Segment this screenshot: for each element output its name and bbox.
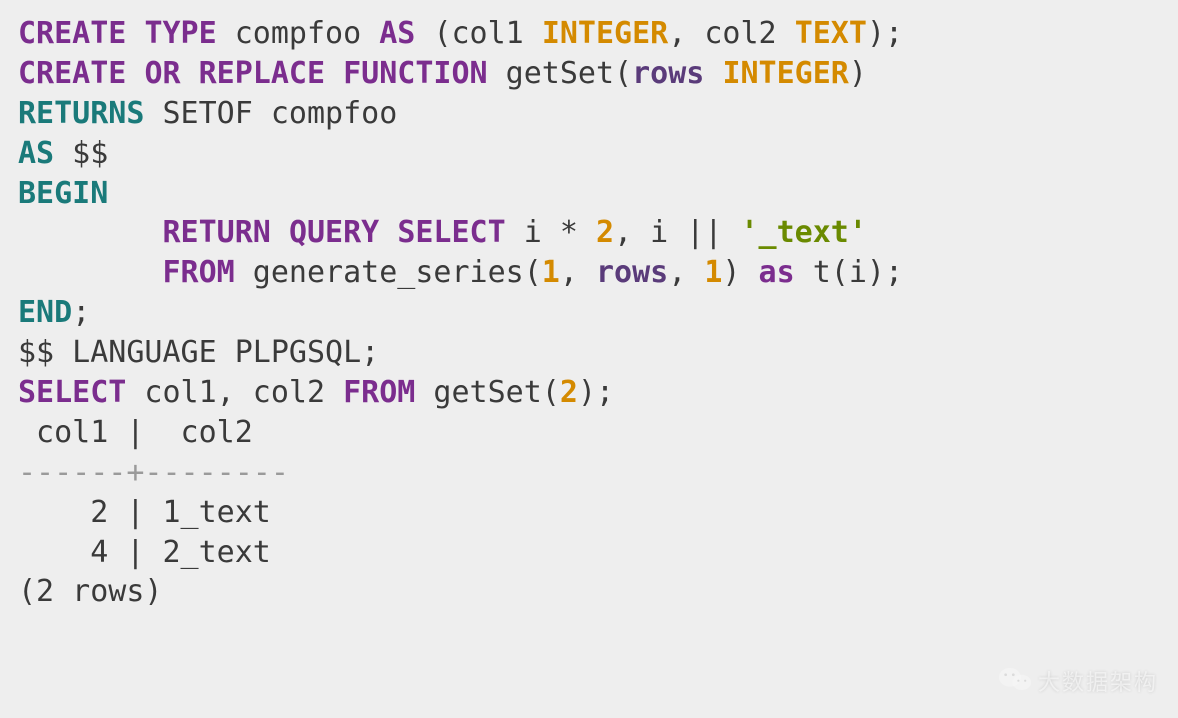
code-line: AS $$ — [18, 136, 108, 171]
keyword-or: OR — [144, 56, 180, 91]
param-rows: rows — [632, 56, 704, 91]
dollar-quote: $$ — [54, 136, 108, 171]
string-literal: '_text' — [741, 215, 867, 250]
keyword-query: QUERY — [289, 215, 379, 250]
code-line: END; — [18, 295, 90, 330]
result-row: 2 | 1_text — [18, 495, 271, 530]
code-line: $$ LANGUAGE PLPGSQL; — [18, 335, 379, 370]
result-footer: (2 rows) — [18, 574, 163, 609]
number-1: 1 — [704, 255, 722, 290]
comma: , — [560, 255, 596, 290]
watermark: 大数据架构 — [998, 665, 1158, 700]
column-sep: , col2 — [668, 16, 794, 51]
code-block: CREATE TYPE compfoo AS (col1 INTEGER, co… — [18, 14, 1160, 612]
keyword-function: FUNCTION — [343, 56, 488, 91]
keyword-return: RETURN — [163, 215, 271, 250]
keyword-type: TYPE — [144, 16, 216, 51]
code-line: FROM generate_series(1, rows, 1) as t(i)… — [18, 255, 903, 290]
comma: , — [668, 255, 704, 290]
code-line: BEGIN — [18, 176, 108, 211]
result-divider: ------+-------- — [18, 455, 289, 490]
type-name: compfoo — [235, 16, 361, 51]
paren-close: ) — [722, 255, 758, 290]
function-name: getSet( — [488, 56, 633, 91]
column-def-open: (col1 — [433, 16, 541, 51]
select-cols: col1, col2 — [126, 375, 343, 410]
keyword-end: END — [18, 295, 72, 330]
type-integer: INTEGER — [722, 56, 848, 91]
expr: i * — [506, 215, 596, 250]
keyword-create: CREATE — [18, 16, 126, 51]
code-line: RETURN QUERY SELECT i * 2, i || '_text' — [18, 215, 867, 250]
alias: t(i); — [795, 255, 903, 290]
returns-type: SETOF compfoo — [144, 96, 397, 131]
type-text: TEXT — [795, 16, 867, 51]
keyword-as: AS — [379, 16, 415, 51]
param-rows: rows — [596, 255, 668, 290]
keyword-select: SELECT — [18, 375, 126, 410]
keyword-from: FROM — [343, 375, 415, 410]
keyword-begin: BEGIN — [18, 176, 108, 211]
code-line: CREATE OR REPLACE FUNCTION getSet(rows I… — [18, 56, 867, 91]
indent — [18, 215, 163, 250]
keyword-as: AS — [18, 136, 54, 171]
result-header: col1 | col2 — [18, 415, 253, 450]
keyword-select: SELECT — [397, 215, 505, 250]
func-call: getSet( — [415, 375, 560, 410]
semicolon: ; — [72, 295, 90, 330]
number-1: 1 — [542, 255, 560, 290]
number-2: 2 — [596, 215, 614, 250]
keyword-from: FROM — [163, 255, 235, 290]
type-integer: INTEGER — [542, 16, 668, 51]
number-2: 2 — [560, 375, 578, 410]
keyword-replace: REPLACE — [199, 56, 325, 91]
wechat-icon — [998, 665, 1032, 700]
result-row: 4 | 2_text — [18, 535, 271, 570]
paren-close: ); — [867, 16, 903, 51]
space — [704, 56, 722, 91]
keyword-returns: RETURNS — [18, 96, 144, 131]
code-line: RETURNS SETOF compfoo — [18, 96, 397, 131]
code-line: CREATE TYPE compfoo AS (col1 INTEGER, co… — [18, 16, 903, 51]
paren-close: ) — [849, 56, 867, 91]
indent — [18, 255, 163, 290]
keyword-as: as — [759, 255, 795, 290]
expr: , i || — [614, 215, 740, 250]
code-line: SELECT col1, col2 FROM getSet(2); — [18, 375, 614, 410]
paren-close: ); — [578, 375, 614, 410]
watermark-text: 大数据架构 — [1038, 668, 1158, 697]
keyword-create: CREATE — [18, 56, 126, 91]
func-call: generate_series( — [235, 255, 542, 290]
